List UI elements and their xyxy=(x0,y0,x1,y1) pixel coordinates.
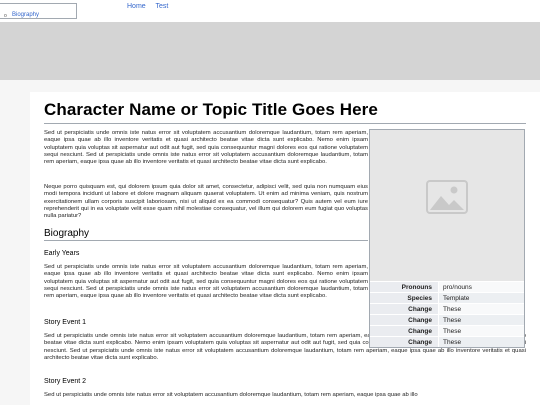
toc-link-biography[interactable]: Biography xyxy=(12,12,39,18)
infobox-key: Change xyxy=(370,303,439,315)
nav-link-test[interactable]: Test xyxy=(156,3,169,10)
toc-box: o Biography xyxy=(0,3,77,19)
page-title: Character Name or Topic Title Goes Here xyxy=(44,100,526,124)
infobox-value: These xyxy=(438,325,524,337)
top-nav: Home Test xyxy=(127,3,176,10)
section-heading-biography: Biography xyxy=(44,228,368,241)
article-content: Character Name or Topic Title Goes Here … xyxy=(30,92,540,405)
infobox-value: These xyxy=(438,314,524,326)
image-placeholder-icon xyxy=(426,180,468,214)
infobox-row: Species Template xyxy=(370,292,524,304)
infobox-value: pro/nouns xyxy=(438,281,524,293)
infobox-key: Pronouns xyxy=(370,281,439,293)
subheading-story-event-2: Story Event 2 xyxy=(44,378,87,385)
infobox-row: Change These xyxy=(370,303,524,315)
story-event-2-paragraph: Sed ut perspiciatis unde omnis iste natu… xyxy=(44,392,418,398)
infobox-row: Change These xyxy=(370,314,524,326)
infobox-key: Change xyxy=(370,325,439,337)
intro-paragraph-1: Sed ut perspiciatis unde omnis iste natu… xyxy=(44,130,368,166)
top-bar: o Biography Home Test xyxy=(0,0,540,22)
infobox-key: Species xyxy=(370,292,439,304)
subheading-story-event-1: Story Event 1 xyxy=(44,319,87,326)
infobox-image[interactable] xyxy=(370,130,524,281)
toc-bullet: o xyxy=(4,13,7,19)
infobox-row: Change These xyxy=(370,325,524,337)
infobox-value: These xyxy=(438,336,524,347)
header-banner xyxy=(0,22,540,80)
intro-paragraph-2: Neque porro quisquam est, qui dolorem ip… xyxy=(44,184,368,220)
early-years-paragraph: Sed ut perspiciatis unde omnis iste natu… xyxy=(44,264,368,300)
infobox-value: Template xyxy=(438,292,524,304)
infobox-value: These xyxy=(438,303,524,315)
nav-link-home[interactable]: Home xyxy=(127,3,146,10)
infobox-key: Change xyxy=(370,314,439,326)
infobox-row: Change These xyxy=(370,336,524,347)
infobox: Pronouns pro/nouns Species Template Change Th… xyxy=(369,129,525,348)
infobox-table: Pronouns pro/nouns Species Template Change Th… xyxy=(370,281,524,347)
infobox-row: Pronouns pro/nouns xyxy=(370,281,524,293)
subheading-early-years: Early Years xyxy=(44,250,80,257)
infobox-key: Change xyxy=(370,336,439,347)
